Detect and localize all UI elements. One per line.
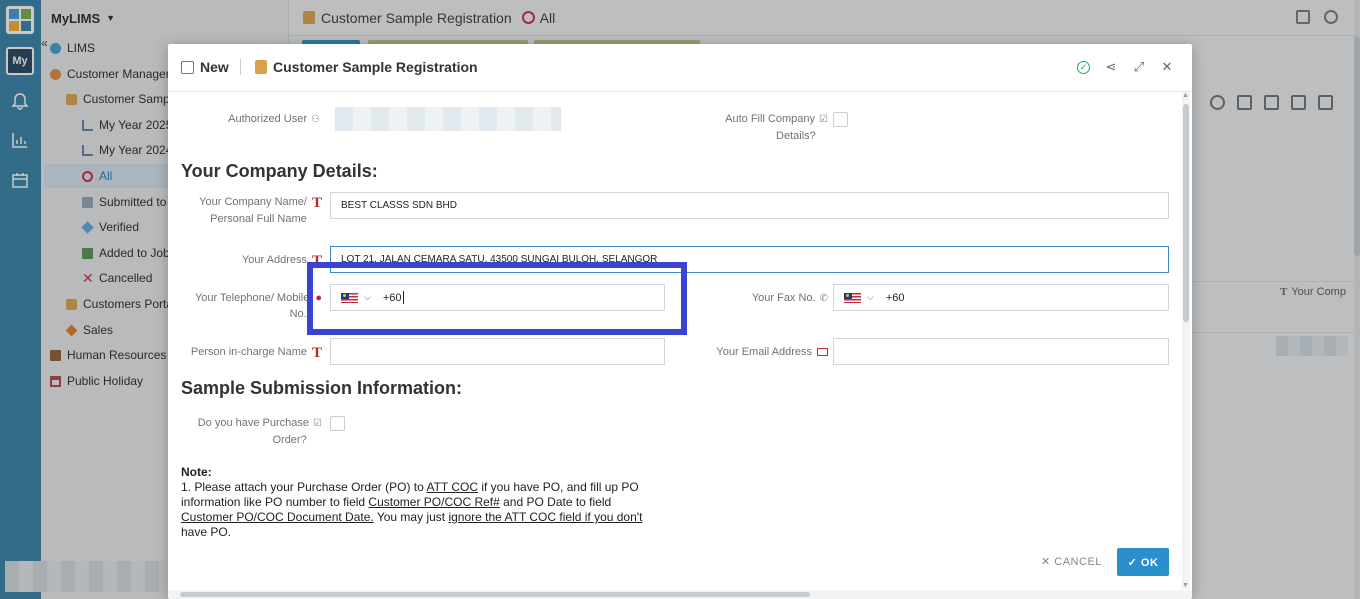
person-in-charge-label: Person in-charge Name T bbox=[190, 345, 322, 361]
auto-fill-checkbox[interactable] bbox=[833, 112, 848, 127]
checkbox-icon: ☑ bbox=[819, 114, 828, 125]
company-name-input[interactable]: BEST CLASSS SDN BHD bbox=[330, 192, 1169, 219]
person-in-charge-input[interactable] bbox=[330, 338, 665, 365]
share-icon[interactable]: ⋖ bbox=[1104, 60, 1118, 74]
text-field-icon: T bbox=[311, 195, 322, 211]
note-text: Note: 1. Please attach your Purchase Ord… bbox=[181, 465, 643, 539]
fax-label: Your Fax No. ✆ bbox=[688, 290, 828, 307]
telephone-highlight-box bbox=[307, 262, 687, 335]
expand-icon[interactable]: ⤢ bbox=[1132, 60, 1146, 74]
att-coc-link[interactable]: ATT COC bbox=[426, 480, 478, 494]
chevron-down-icon[interactable]: ⌵ bbox=[867, 292, 874, 303]
check-circle-icon[interactable]: ✓ bbox=[1077, 60, 1090, 74]
auto-fill-label: Auto Fill Company ☑ Details? bbox=[725, 113, 828, 142]
purchase-order-label: Do you have Purchase ☑ Order? bbox=[197, 417, 322, 446]
ok-button[interactable]: ✓ OK bbox=[1117, 548, 1169, 576]
email-input[interactable] bbox=[833, 338, 1169, 365]
dialog-header: New Customer Sample Registration ✓ ⋖ ⤢ ✕ bbox=[168, 44, 1192, 92]
mail-icon bbox=[817, 348, 828, 356]
user-icon: ⚇ bbox=[311, 114, 320, 125]
po-date-link[interactable]: Customer PO/COC Document Date. bbox=[181, 510, 374, 524]
company-section-title: Your Company Details: bbox=[181, 161, 378, 181]
new-indicator: New bbox=[181, 59, 229, 75]
cancel-button[interactable]: ✕ CANCEL bbox=[1041, 555, 1102, 568]
sample-section-title: Sample Submission Information: bbox=[181, 378, 463, 398]
authorized-user-value bbox=[335, 107, 561, 131]
divider bbox=[240, 59, 241, 75]
edit-icon bbox=[181, 60, 194, 74]
dialog-horizontal-scrollbar[interactable] bbox=[168, 590, 1192, 599]
dialog-title: Customer Sample Registration bbox=[255, 59, 478, 75]
telephone-label: Your Telephone/ Mobile ● No. bbox=[194, 292, 322, 320]
scroll-icon bbox=[255, 60, 267, 74]
text-field-icon: T bbox=[311, 345, 322, 361]
ignore-att-coc-link[interactable]: ignore the ATT COC field if you don't bbox=[448, 510, 642, 524]
po-ref-link[interactable]: Customer PO/COC Ref# bbox=[368, 495, 499, 509]
email-label: Your Email Address bbox=[688, 344, 828, 360]
dialog-vertical-scrollbar[interactable]: ▲ ▼ bbox=[1182, 92, 1190, 589]
authorized-user-label: Authorized User ⚇ bbox=[188, 111, 320, 128]
phone-icon: ✆ bbox=[819, 293, 828, 304]
fax-input[interactable]: ⌵ +60 bbox=[833, 284, 1169, 311]
close-icon[interactable]: ✕ bbox=[1160, 60, 1174, 74]
dialog-body: Authorized User ⚇ Auto Fill Company ☑ Detai… bbox=[168, 92, 1180, 589]
purchase-order-checkbox[interactable] bbox=[330, 416, 345, 431]
checkbox-icon: ☑ bbox=[313, 418, 322, 429]
address-label: Your Address T bbox=[241, 253, 322, 269]
malaysia-flag-icon bbox=[844, 292, 861, 303]
company-name-label: Your Company Name/T Personal Full Name bbox=[199, 195, 322, 225]
